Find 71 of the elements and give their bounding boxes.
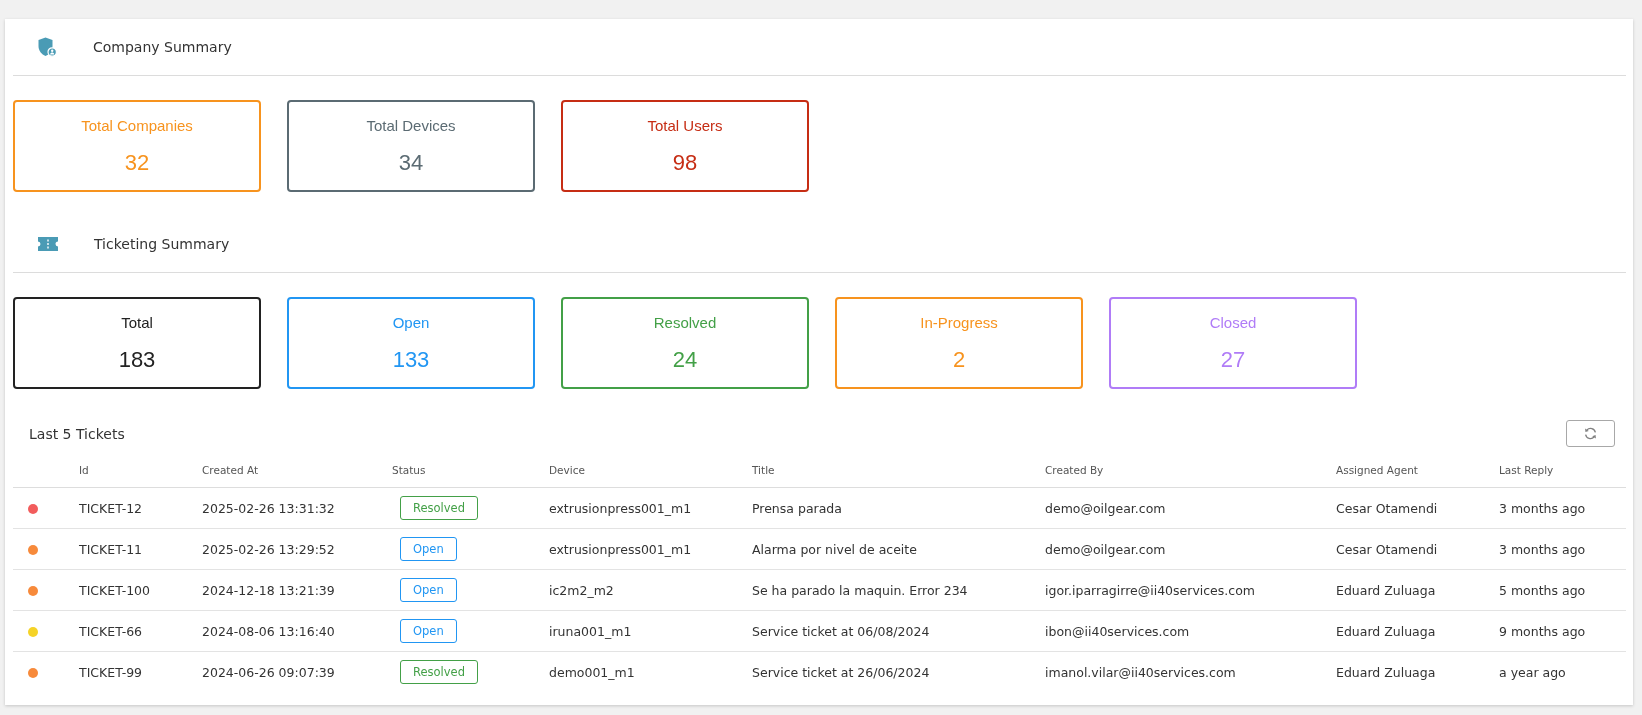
- agent-name: Cesar Otamendi: [1336, 541, 1438, 557]
- device-name: ic2m2_m2: [549, 582, 614, 598]
- ticket-title: Prensa parada: [752, 500, 842, 516]
- device-name: extrusionpress001_m1: [549, 500, 692, 516]
- stat-label: In-Progress: [920, 314, 998, 332]
- table-title: Last 5 Tickets: [29, 425, 125, 442]
- ticket-title: Se ha parado la maquin. Error 234: [752, 582, 968, 598]
- stat-label: Total Devices: [366, 117, 456, 135]
- stat-value: 32: [124, 150, 150, 176]
- device-name: demo001_m1: [549, 664, 635, 680]
- ticket-title: Alarma por nivel de aceite: [752, 541, 917, 557]
- ticket-id: TICKET-100: [79, 582, 150, 598]
- column-header: Title: [752, 464, 775, 476]
- agent-name: Eduard Zuluaga: [1336, 623, 1436, 639]
- column-header: Created By: [1045, 464, 1104, 476]
- column-header: Created At: [202, 464, 258, 476]
- ticket-id: TICKET-99: [79, 664, 143, 680]
- ticket-icon: [38, 237, 58, 251]
- creator-email: demo@oilgear.com: [1045, 500, 1166, 516]
- status-badge: Open: [400, 619, 457, 643]
- stat-label: Closed: [1209, 314, 1257, 332]
- stat-value: 2: [952, 347, 966, 373]
- device-name: iruna001_m1: [549, 623, 632, 639]
- stat-value: 27: [1220, 347, 1246, 373]
- section-title: Ticketing Summary: [94, 236, 230, 252]
- created-at-time: 2024-08-06 13:16:40: [202, 623, 335, 639]
- last-reply-time: 9 months ago: [1499, 623, 1586, 639]
- last-reply-time: 3 months ago: [1499, 541, 1586, 557]
- section-title: Company Summary: [93, 39, 232, 55]
- status-badge: Open: [400, 537, 457, 561]
- column-header: Assigned Agent: [1336, 464, 1418, 476]
- column-header: Device: [549, 464, 585, 476]
- created-at-time: 2024-12-18 13:21:39: [202, 582, 335, 598]
- ticket-title: Service ticket at 06/08/2024: [752, 623, 930, 639]
- column-header: Last Reply: [1499, 464, 1554, 476]
- creator-email: igor.iparragirre@ii40services.com: [1045, 582, 1255, 598]
- created-at-time: 2025-02-26 13:29:52: [202, 541, 335, 557]
- stat-label: Total Companies: [81, 117, 193, 135]
- agent-name: Cesar Otamendi: [1336, 500, 1438, 516]
- ticket-id: TICKET-11: [79, 541, 143, 557]
- stat-label: Resolved: [653, 314, 717, 332]
- column-header: Status: [392, 464, 426, 476]
- stat-label: Open: [392, 314, 430, 332]
- creator-email: imanol.vilar@ii40services.com: [1045, 664, 1236, 680]
- stat-label: Total: [121, 314, 153, 332]
- stat-value: 24: [672, 347, 698, 373]
- created-at-time: 2024-06-26 09:07:39: [202, 664, 335, 680]
- status-badge: Resolved: [400, 660, 478, 684]
- stat-value: 183: [118, 347, 156, 373]
- last-reply-time: 3 months ago: [1499, 500, 1586, 516]
- shield-user-icon: [38, 37, 57, 57]
- status-badge: Resolved: [400, 496, 478, 520]
- agent-name: Eduard Zuluaga: [1336, 664, 1436, 680]
- stat-value: 34: [398, 150, 424, 176]
- last-reply-time: 5 months ago: [1499, 582, 1586, 598]
- refresh-icon: [1583, 426, 1598, 441]
- ticket-id: TICKET-66: [79, 623, 143, 639]
- creator-email: demo@oilgear.com: [1045, 541, 1166, 557]
- stat-value: 133: [392, 347, 430, 373]
- created-at-time: 2025-02-26 13:31:32: [202, 500, 335, 516]
- ticket-id: TICKET-12: [79, 500, 143, 516]
- stat-value: 98: [672, 150, 698, 176]
- column-header: Id: [79, 464, 89, 476]
- refresh-button[interactable]: [1566, 420, 1615, 447]
- creator-email: ibon@ii40services.com: [1045, 623, 1190, 639]
- status-badge: Open: [400, 578, 457, 602]
- agent-name: Eduard Zuluaga: [1336, 582, 1436, 598]
- last-reply-time: a year ago: [1499, 664, 1566, 680]
- stat-label: Total Users: [647, 117, 723, 135]
- device-name: extrusionpress001_m1: [549, 541, 692, 557]
- ticket-title: Service ticket at 26/06/2024: [752, 664, 930, 680]
